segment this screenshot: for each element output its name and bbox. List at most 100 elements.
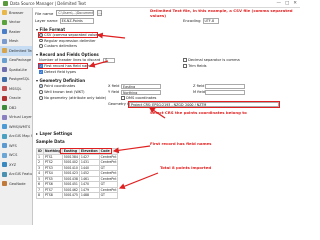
sample-data-title: Sample Data — [36, 139, 65, 144]
sidebar-item-mesh[interactable]: Mesh — [0, 37, 32, 47]
detect-types-checkbox[interactable]: ✓ Detect field types — [39, 70, 76, 74]
geometry-title: Geometry Definition — [39, 78, 86, 83]
no-geometry-label: No geometry (attribute only table) — [44, 96, 107, 100]
table-cell: CentrePnt — [98, 186, 119, 193]
sidebar-item-label: Browser — [9, 10, 24, 15]
sidebar-item-label: PostgreSQL — [9, 77, 30, 82]
layer-settings-header[interactable]: ▸ Layer Settings — [36, 131, 72, 136]
record-fields-header[interactable]: ▾ Record and Fields Options — [36, 52, 99, 57]
sidebar-item-postgresql[interactable]: PostgreSQL — [0, 75, 32, 85]
radio-selected-icon — [39, 84, 43, 88]
dms-checkbox[interactable]: DMS coordinates — [121, 96, 156, 100]
sidebar-item-virtual-layer[interactable]: Virtual Layer — [0, 113, 32, 123]
wcs-icon — [2, 152, 7, 158]
sidebar-item-mssql[interactable]: MSSQL — [0, 84, 32, 94]
trim-fields-checkbox[interactable]: Trim fields — [183, 64, 207, 68]
checkbox-checked-icon: ✓ — [39, 70, 43, 75]
sidebar-item-wfs[interactable]: WFS — [0, 141, 32, 151]
radio-icon — [39, 90, 43, 94]
wms-wmts-icon — [2, 124, 7, 130]
maximize-button[interactable]: □ — [285, 1, 289, 6]
sidebar-item-label: WFS — [9, 143, 17, 148]
arcgis-feature-service-icon — [2, 171, 7, 177]
close-button[interactable]: ✕ — [293, 1, 297, 6]
geopackage-icon — [2, 57, 7, 63]
collapse-arrow-icon: ▾ — [36, 78, 39, 83]
checkbox-icon — [183, 58, 187, 62]
y-field-label: Y field — [108, 90, 120, 94]
x-field-select[interactable]: Easting — [121, 83, 161, 89]
wfs-icon — [2, 143, 7, 149]
custom-delimiter-radio[interactable]: Custom delimiters — [39, 44, 77, 48]
wkt-radio[interactable]: Well known text (WKT) — [39, 90, 85, 94]
geonode-icon — [2, 181, 7, 187]
source-type-sidebar: Browser Vector Raster Mesh Delimited Text Geo… — [0, 8, 33, 225]
sidebar-item-label: GeoNode — [9, 181, 26, 186]
sidebar-item-label: Mesh — [9, 39, 19, 44]
sidebar-item-label: ArcGIS Feature Service — [9, 172, 32, 177]
table-cell: GT — [98, 192, 119, 199]
sidebar-item-browser[interactable]: Browser — [0, 8, 32, 18]
collapse-arrow-icon: ▸ — [36, 131, 39, 136]
sidebar-item-db2[interactable]: DB2 — [0, 103, 32, 113]
dms-label: DMS coordinates — [126, 96, 157, 100]
decimal-comma-label: Decimal separator is comma — [188, 58, 240, 62]
z-field-select[interactable] — [205, 83, 245, 89]
sidebar-item-delimited-text[interactable]: Delimited Text — [0, 46, 32, 56]
m-field-label: M field — [193, 90, 205, 94]
minimize-button[interactable]: — — [276, 1, 281, 6]
sidebar-item-xyz[interactable]: XYZ — [0, 160, 32, 170]
table-cell: 5001438 — [61, 175, 80, 182]
table-cell: 5001423 — [61, 170, 80, 177]
collapse-arrow-icon: ▾ — [36, 52, 39, 57]
sidebar-item-arcgis-map-service[interactable]: ArcGIS Map Service — [0, 132, 32, 142]
mssql-icon — [2, 86, 7, 92]
sample-data-header: Sample Data — [36, 139, 65, 144]
sidebar-item-label: DB2 — [9, 105, 17, 110]
sidebar-item-geonode[interactable]: GeoNode — [0, 179, 32, 189]
geometry-header[interactable]: ▾ Geometry Definition — [36, 78, 85, 83]
sidebar-item-wcs[interactable]: WCS — [0, 151, 32, 161]
point-coordinates-radio[interactable]: Point coordinates — [39, 84, 75, 88]
file-path-input[interactable]: C:\Users\...\Documents\4-NZ-Points.csv — [56, 10, 95, 16]
table-cell: PTS8 — [42, 192, 63, 199]
detect-types-label: Detect field types — [44, 70, 77, 74]
sidebar-item-label: GeoPackage — [9, 58, 32, 63]
encoding-row: Encoding UTF-8 — [183, 18, 219, 24]
table-cell: 5001475 — [61, 192, 80, 199]
table-row: 7 PTS7 5001462 1479 CentrePnt — [36, 186, 119, 193]
window-title: Data Source Manager | Delimited Text — [10, 1, 86, 6]
sample-data-table: ID Northing Easting Elevation Code 1 PTS1 50013… — [36, 148, 119, 199]
regex-radio[interactable]: Regular expression delimiter — [39, 39, 96, 43]
sidebar-item-label: Virtual Layer — [9, 115, 32, 120]
encoding-select[interactable]: UTF-8 — [202, 18, 219, 24]
layer-settings-title: Layer Settings — [39, 131, 73, 136]
sidebar-item-vector[interactable]: Vector — [0, 18, 32, 28]
table-row: 5 PTS5 5001438 1461 CentrePnt — [36, 175, 119, 182]
decimal-comma-checkbox[interactable]: Decimal separator is comma — [183, 58, 240, 62]
y-field-select[interactable]: Northing — [121, 89, 161, 95]
layer-name-input[interactable]: EX-NZ-Points — [59, 18, 94, 24]
window-titlebar: Data Source Manager | Delimited Text — □… — [0, 0, 300, 8]
sidebar-item-arcgis-feature-service[interactable]: ArcGIS Feature Service — [0, 170, 32, 180]
field-names-highlight-box — [60, 147, 112, 154]
sidebar-item-oracle[interactable]: Oracle — [0, 94, 32, 104]
sidebar-item-geopackage[interactable]: GeoPackage — [0, 56, 32, 66]
header-lines-spinbox[interactable]: 0 — [103, 58, 116, 63]
z-field-label: Z field — [193, 84, 205, 88]
sidebar-item-raster[interactable]: Raster — [0, 27, 32, 37]
x-field-label: X field — [108, 84, 120, 88]
sidebar-item-spatialite[interactable]: SpatiaLite — [0, 65, 32, 75]
table-row: 8 PTS8 5001475 1488 GT — [36, 192, 119, 199]
virtual-layer-icon — [2, 114, 7, 120]
regex-option-label: Regular expression delimiter — [44, 38, 96, 43]
browse-file-button[interactable]: … — [97, 10, 103, 16]
no-geometry-radio[interactable]: No geometry (attribute only table) — [39, 96, 106, 100]
custom-option-label: Custom delimiters — [44, 44, 77, 48]
m-field-select[interactable] — [205, 89, 245, 95]
sidebar-item-label: Delimited Text — [9, 48, 32, 53]
sidebar-item-wms-wmts[interactable]: WMS/WMTS — [0, 122, 32, 132]
arcgis-map-service-icon — [2, 133, 7, 139]
db2-icon — [2, 105, 7, 111]
mesh-icon — [2, 38, 7, 44]
